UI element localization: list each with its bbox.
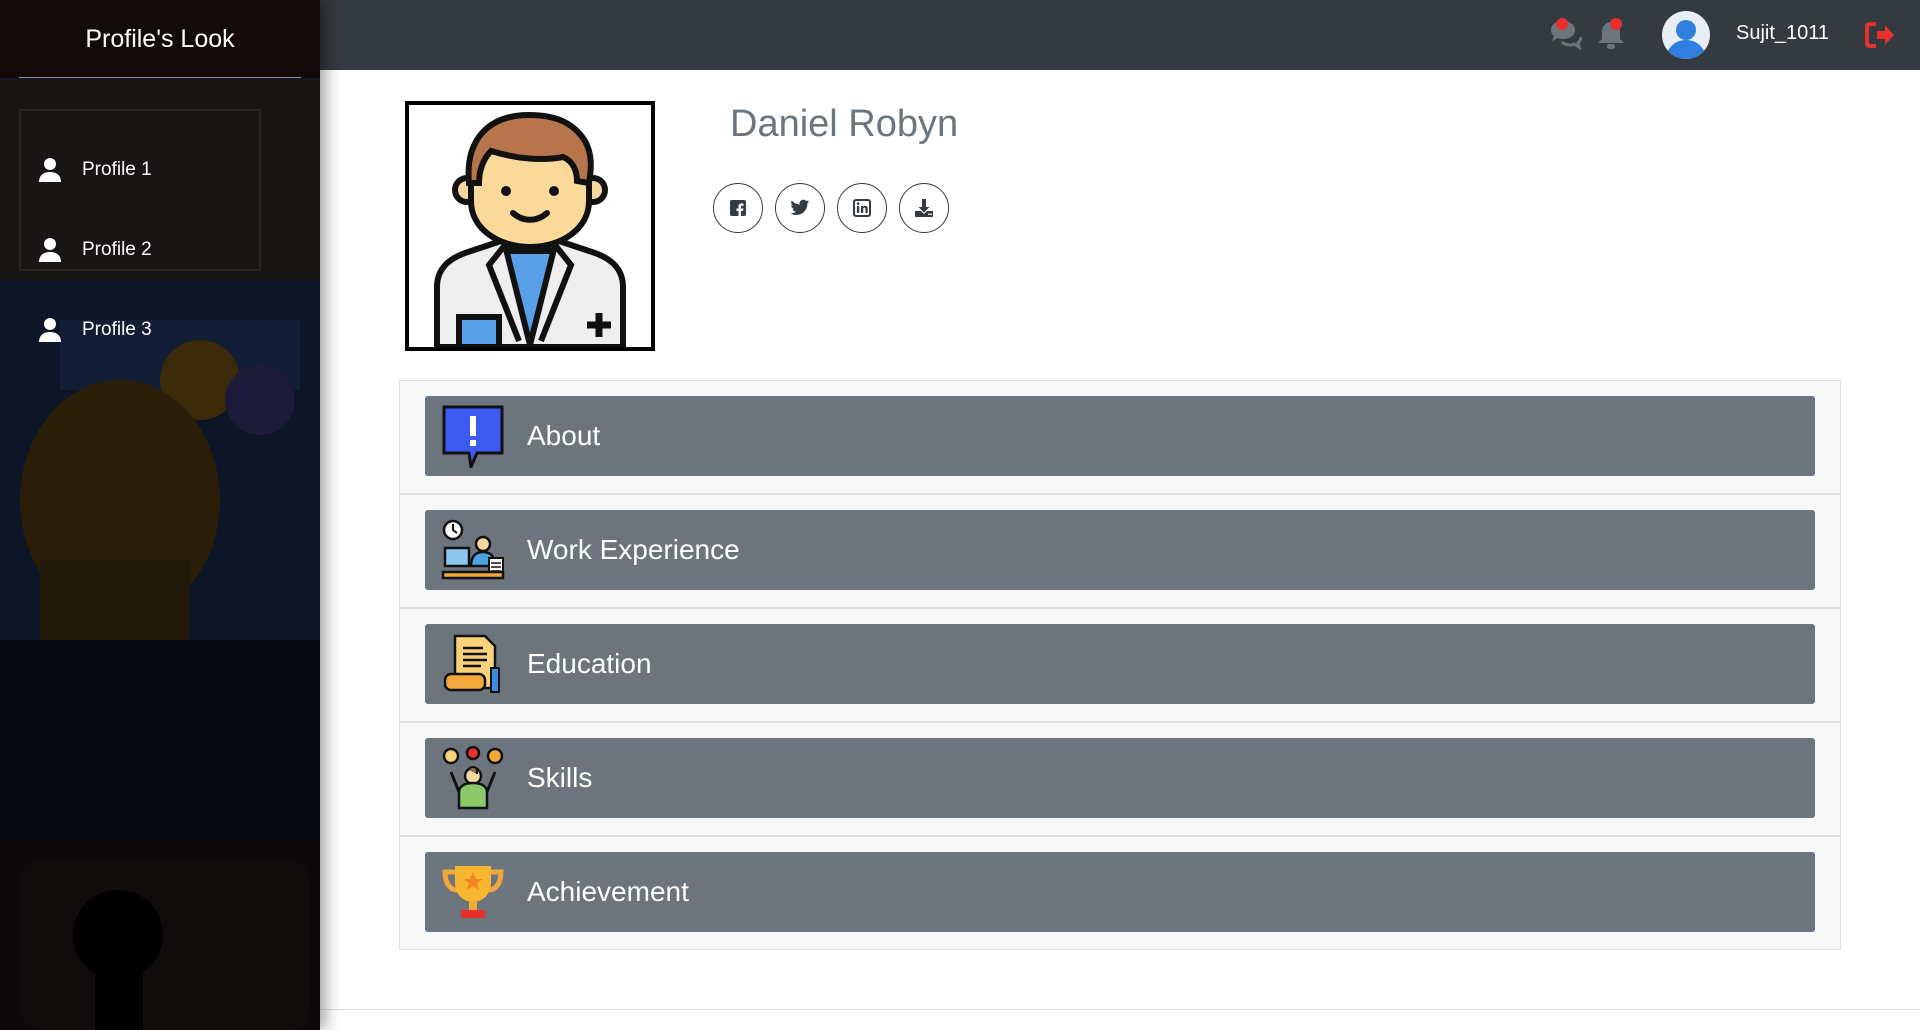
logout-icon[interactable]: [1865, 22, 1895, 48]
profile-sections-accordion: About Work Experience Education Skills A…: [399, 380, 1841, 950]
sidebar-item-label: Profile 3: [82, 319, 152, 340]
user-icon: [39, 158, 61, 182]
main-content: Daniel Robyn About Work Experience Educa…: [320, 70, 1920, 1030]
user-icon: [39, 318, 61, 342]
sidebar-nav: Profile 1 Profile 2 Profile 3: [0, 148, 320, 352]
username[interactable]: Sujit_1011: [1736, 22, 1829, 45]
profile-photo: [405, 101, 655, 351]
section-label: Achievement: [527, 876, 689, 907]
avatar[interactable]: [1661, 10, 1711, 60]
linkedin-icon: [853, 199, 871, 217]
facebook-button[interactable]: [713, 183, 763, 233]
section-label: Work Experience: [527, 534, 740, 565]
sidebar-item-profile-3[interactable]: Profile 3: [0, 308, 320, 352]
section-card-achievement: Achievement: [399, 836, 1841, 950]
twitter-icon: [790, 199, 810, 215]
section-header-skills[interactable]: Skills: [425, 738, 1815, 818]
twitter-button[interactable]: [775, 183, 825, 233]
certificate-scroll-icon: [441, 632, 505, 696]
sidebar-item-profile-1[interactable]: Profile 1: [0, 148, 320, 192]
footer-divider: [320, 1009, 1920, 1010]
section-header-work-experience[interactable]: Work Experience: [425, 510, 1815, 590]
top-navbar: Sujit_1011: [320, 0, 1920, 70]
profile-name: Daniel Robyn: [730, 103, 959, 145]
brand-title[interactable]: Profile's Look: [0, 0, 320, 78]
comments-icon[interactable]: [1548, 18, 1582, 50]
section-header-achievement[interactable]: Achievement: [425, 852, 1815, 932]
user-icon: [39, 238, 61, 262]
section-card-skills: Skills: [399, 722, 1841, 836]
section-card-about: About: [399, 380, 1841, 494]
section-label: About: [527, 420, 601, 451]
sidebar-item-label: Profile 1: [82, 159, 152, 180]
download-icon: [915, 199, 933, 217]
doctor-avatar-image: [434, 111, 626, 350]
section-header-education[interactable]: Education: [425, 624, 1815, 704]
section-label: Education: [527, 648, 652, 679]
section-card-education: Education: [399, 608, 1841, 722]
linkedin-button[interactable]: [837, 183, 887, 233]
section-card-work-experience: Work Experience: [399, 494, 1841, 608]
work-desk-icon: [441, 518, 505, 582]
download-button[interactable]: [899, 183, 949, 233]
trophy-icon: [441, 860, 505, 924]
info-speech-icon: [441, 404, 505, 468]
sidebar: Profile's Look Profile 1 Profile 2 Profi…: [0, 0, 320, 1030]
bell-icon[interactable]: [1597, 17, 1627, 51]
facebook-icon: [730, 200, 746, 217]
skills-person-icon: [441, 746, 505, 810]
sidebar-item-profile-2[interactable]: Profile 2: [0, 228, 320, 272]
section-label: Skills: [527, 762, 593, 793]
social-links: [713, 183, 949, 233]
sidebar-item-label: Profile 2: [82, 239, 152, 260]
section-header-about[interactable]: About: [425, 396, 1815, 476]
